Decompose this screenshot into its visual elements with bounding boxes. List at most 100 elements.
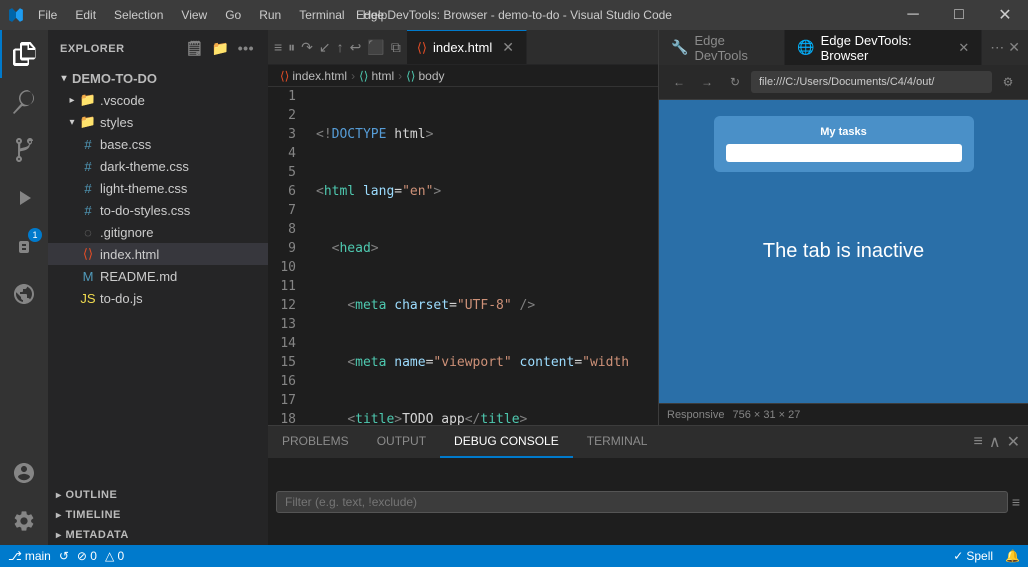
close-button[interactable]: ✕	[982, 0, 1028, 30]
devtools-tab-browser[interactable]: 🌐 Edge DevTools: Browser ✕	[785, 30, 982, 65]
menu-bar: File Edit Selection View Go Run Terminal…	[30, 6, 395, 24]
responsive-label[interactable]: Responsive	[667, 409, 724, 421]
nav-url-input[interactable]	[751, 71, 992, 93]
nav-refresh-button[interactable]: ↻	[723, 70, 747, 94]
tab-index-html[interactable]: ⟨⟩ index.html ✕	[407, 30, 527, 64]
sidebar-item-light-theme[interactable]: # light-theme.css	[48, 177, 268, 199]
bottom-tab-terminal[interactable]: TERMINAL	[573, 426, 662, 458]
code-line-5: <meta name="viewport" content="width	[316, 353, 650, 372]
menu-file[interactable]: File	[30, 6, 65, 24]
sidebar-item-vscode[interactable]: ▸ 📁 .vscode	[48, 89, 268, 111]
menu-go[interactable]: Go	[217, 6, 249, 24]
new-file-icon[interactable]: 🗒	[184, 38, 206, 59]
timeline-arrow: ▸	[56, 510, 62, 521]
title-bar: File Edit Selection View Go Run Terminal…	[0, 0, 1028, 30]
dark-theme-label: dark-theme.css	[100, 159, 189, 174]
project-root[interactable]: ▾ DEMO-TO-DO	[48, 67, 268, 89]
preview-mini-app: My tasks	[714, 116, 974, 172]
browser-icon: 🌐	[797, 39, 814, 56]
split-editor-icon[interactable]: ≡	[274, 39, 282, 55]
errors-status[interactable]: ⊘ 0	[77, 549, 97, 563]
devtools-open-icon[interactable]: ⧉	[391, 39, 401, 56]
line-numbers: 12345 678910 1112131415 16171819	[268, 87, 308, 425]
breadcrumb-html[interactable]: ⟨⟩ html	[359, 69, 394, 83]
menu-edit[interactable]: Edit	[67, 6, 104, 24]
sync-status[interactable]: ↺	[59, 549, 69, 563]
window-controls: ─ □ ✕	[890, 0, 1028, 30]
more-actions-icon[interactable]: •••	[236, 38, 256, 59]
outline-section[interactable]: ▸ OUTLINE	[48, 485, 268, 505]
css-icon: #	[80, 137, 96, 152]
tab-close-button[interactable]: ✕	[502, 39, 514, 56]
activity-accounts[interactable]	[0, 449, 48, 497]
devtools-icon: 🔧	[671, 39, 688, 56]
breadcrumb-html-icon[interactable]: ⟨⟩ index.html	[280, 69, 347, 83]
debug-console-label: DEBUG CONSOLE	[454, 434, 559, 448]
sidebar-item-gitignore[interactable]: ◌ .gitignore	[48, 221, 268, 243]
warnings-status[interactable]: △ 0	[105, 549, 124, 563]
spell-status[interactable]: ✓ Spell	[953, 549, 993, 563]
devtools-tab-devtools[interactable]: 🔧 Edge DevTools	[659, 30, 785, 65]
editor-toolbar-left: ≡ ⏸ ↷ ↙ ↑ ↩ ⬛ ⧉	[268, 30, 407, 64]
step-into-icon[interactable]: ↙	[319, 39, 331, 56]
sidebar: Explorer 🗒 📁 ••• ▾ DEMO-TO-DO ▸ 📁 .vscod…	[48, 30, 268, 545]
timeline-section[interactable]: ▸ TIMELINE	[48, 505, 268, 525]
devtools-panel-close[interactable]: ✕	[1008, 39, 1020, 56]
nav-back-button[interactable]: ←	[667, 70, 691, 94]
step-out-icon[interactable]: ↑	[337, 39, 344, 55]
activity-settings[interactable]	[0, 497, 48, 545]
code-content[interactable]: <!DOCTYPE html> <html lang="en"> <head> …	[308, 87, 658, 425]
sidebar-item-dark-theme[interactable]: # dark-theme.css	[48, 155, 268, 177]
bottom-tab-problems[interactable]: PROBLEMS	[268, 426, 363, 458]
sidebar-item-styles[interactable]: ▾ 📁 styles	[48, 111, 268, 133]
menu-view[interactable]: View	[173, 6, 215, 24]
nav-forward-button[interactable]: →	[695, 70, 719, 94]
activity-explorer[interactable]	[0, 30, 48, 78]
filter-input[interactable]	[276, 491, 1008, 513]
maximize-panel-icon[interactable]: ∧	[989, 432, 1001, 452]
customize-icon[interactable]: ⋯	[990, 39, 1004, 56]
metadata-section[interactable]: ▸ METADATA	[48, 525, 268, 545]
nav-settings-icon[interactable]: ⚙	[996, 70, 1020, 94]
bottom-tab-output[interactable]: OUTPUT	[363, 426, 440, 458]
stop-icon[interactable]: ⬛	[367, 39, 384, 56]
light-css-icon: #	[80, 181, 96, 196]
sidebar-item-readme[interactable]: M README.md	[48, 265, 268, 287]
outline-arrow: ▸	[56, 490, 62, 501]
git-branch-icon: ⎇	[8, 549, 22, 563]
menu-selection[interactable]: Selection	[106, 6, 171, 24]
browser-tab-close[interactable]: ✕	[958, 40, 969, 56]
sidebar-item-todo-js[interactable]: JS to-do.js	[48, 287, 268, 309]
project-name: DEMO-TO-DO	[72, 71, 157, 86]
sidebar-item-index-html[interactable]: ⟨⟩ index.html	[48, 243, 268, 265]
filter-bar: ≡	[268, 487, 1028, 517]
sidebar-item-todo-styles[interactable]: # to-do-styles.css	[48, 199, 268, 221]
new-folder-icon[interactable]: 📁	[210, 38, 232, 59]
filter-settings-icon[interactable]: ≡	[1012, 494, 1020, 510]
timeline-label: TIMELINE	[66, 509, 121, 521]
pause-icon[interactable]: ⏸	[288, 39, 295, 56]
git-branch-status[interactable]: ⎇ main	[8, 549, 51, 563]
activity-source-control[interactable]	[0, 126, 48, 174]
bottom-tab-debug-console[interactable]: DEBUG CONSOLE	[440, 426, 573, 458]
editor-tab-bar: ≡ ⏸ ↷ ↙ ↑ ↩ ⬛ ⧉ ⟨⟩ index.html ✕	[268, 30, 658, 65]
breadcrumb-file: index.html	[292, 69, 347, 83]
console-settings-icon[interactable]: ≡	[974, 433, 983, 451]
step-over-icon[interactable]: ↷	[301, 39, 313, 56]
code-editor[interactable]: 12345 678910 1112131415 16171819 <!DOCTY…	[268, 87, 658, 425]
warnings-label: △ 0	[105, 549, 124, 563]
maximize-button[interactable]: □	[936, 0, 982, 30]
activity-remote-explorer[interactable]	[0, 270, 48, 318]
restart-icon[interactable]: ↩	[350, 39, 362, 56]
activity-run-debug[interactable]	[0, 174, 48, 222]
activity-search[interactable]	[0, 78, 48, 126]
minimize-button[interactable]: ─	[890, 0, 936, 30]
close-panel-icon[interactable]: ✕	[1007, 432, 1020, 452]
notifications-status[interactable]: 🔔	[1005, 549, 1020, 563]
menu-run[interactable]: Run	[251, 6, 289, 24]
activity-extensions[interactable]: 1	[0, 222, 48, 270]
menu-terminal[interactable]: Terminal	[291, 6, 352, 24]
sidebar-item-base-css[interactable]: # base.css	[48, 133, 268, 155]
breadcrumb-body[interactable]: ⟨⟩ body	[406, 69, 444, 83]
bottom-tabs: PROBLEMS OUTPUT DEBUG CONSOLE TERMINAL ≡…	[268, 426, 1028, 458]
